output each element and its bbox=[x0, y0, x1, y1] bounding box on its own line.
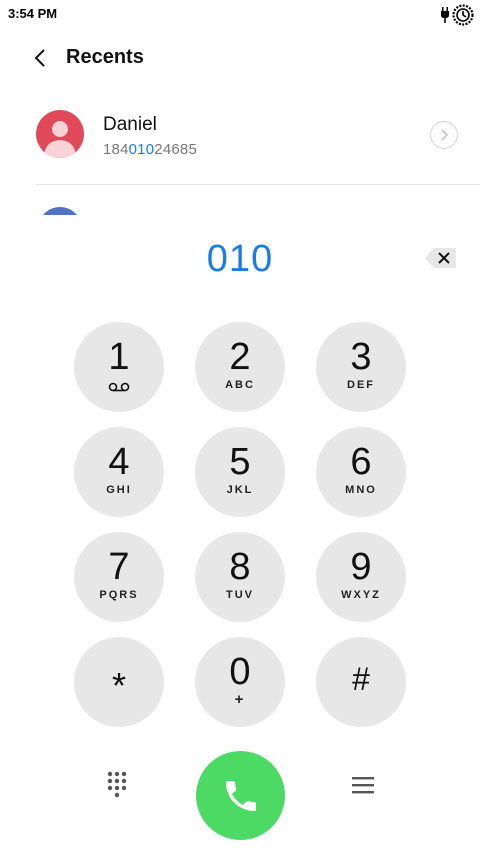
key-4[interactable]: 4 GHI bbox=[74, 427, 164, 517]
keypad-icon bbox=[107, 771, 127, 798]
dialed-number: 010 bbox=[206, 238, 274, 280]
key-6[interactable]: 6 MNO bbox=[316, 427, 406, 517]
phone-icon bbox=[225, 780, 256, 811]
number-suffix: 24685 bbox=[154, 141, 197, 158]
key-letters: ABC bbox=[225, 379, 255, 391]
menu-icon bbox=[352, 777, 374, 794]
key-letters: TUV bbox=[226, 589, 254, 601]
key-2[interactable]: 2 ABC bbox=[195, 322, 285, 412]
contact-detail-button[interactable] bbox=[430, 121, 458, 149]
contact-number: 18401024685 bbox=[103, 141, 197, 158]
key-digit: 5 bbox=[229, 441, 251, 483]
backspace-icon bbox=[425, 248, 456, 268]
key-letters: MNO bbox=[345, 484, 377, 496]
keypad-toggle-button[interactable] bbox=[100, 768, 134, 802]
chevron-right-icon bbox=[441, 129, 448, 141]
key-7[interactable]: 7 PQRS bbox=[74, 532, 164, 622]
number-prefix: 184 bbox=[103, 141, 129, 158]
chevron-left-icon bbox=[34, 49, 45, 67]
voicemail-icon bbox=[74, 379, 164, 397]
backspace-button[interactable] bbox=[424, 246, 458, 270]
avatar bbox=[36, 110, 84, 158]
back-button[interactable] bbox=[28, 44, 52, 72]
key-letters: WXYZ bbox=[341, 589, 381, 601]
key-5[interactable]: 5 JKL bbox=[195, 427, 285, 517]
contact-row[interactable]: Daniel 18401024685 bbox=[0, 100, 480, 170]
key-digit: 6 bbox=[350, 441, 372, 483]
key-digit: 7 bbox=[108, 546, 130, 588]
data-saver-icon bbox=[452, 4, 474, 26]
key-digit: 0 bbox=[229, 651, 251, 693]
person-icon bbox=[44, 121, 76, 158]
avatar-partial bbox=[38, 207, 82, 215]
key-0[interactable]: 0 + bbox=[195, 637, 285, 727]
key-digit: # bbox=[352, 661, 370, 697]
status-icons bbox=[440, 4, 474, 26]
divider bbox=[36, 184, 480, 185]
key-3[interactable]: 3 DEF bbox=[316, 322, 406, 412]
key-digit: 8 bbox=[229, 546, 251, 588]
key-letters: JKL bbox=[226, 484, 254, 496]
key-digit: * bbox=[111, 665, 126, 706]
number-match: 010 bbox=[128, 141, 155, 158]
key-digit: 2 bbox=[229, 336, 251, 378]
key-letters: DEF bbox=[347, 379, 375, 391]
key-digit: 9 bbox=[350, 546, 372, 588]
key-digit: 4 bbox=[108, 441, 130, 483]
charging-plug-icon bbox=[441, 7, 449, 23]
contact-name: Daniel bbox=[103, 114, 157, 135]
key-9[interactable]: 9 WXYZ bbox=[316, 532, 406, 622]
key-hash[interactable]: # bbox=[316, 637, 406, 727]
key-letters: PQRS bbox=[99, 589, 139, 601]
key-digit: 3 bbox=[350, 336, 372, 378]
key-8[interactable]: 8 TUV bbox=[195, 532, 285, 622]
call-button[interactable] bbox=[196, 751, 285, 840]
status-time: 3:54 PM bbox=[8, 6, 58, 21]
header: Recents bbox=[0, 36, 480, 80]
key-digit: 1 bbox=[108, 336, 130, 378]
status-bar: 3:54 PM bbox=[0, 0, 480, 28]
key-letters: GHI bbox=[106, 484, 132, 496]
key-letters: + bbox=[234, 691, 246, 708]
page-title: Recents bbox=[66, 46, 144, 68]
menu-button[interactable] bbox=[346, 770, 380, 800]
key-star[interactable]: * bbox=[74, 637, 164, 727]
key-1[interactable]: 1 bbox=[74, 322, 164, 412]
